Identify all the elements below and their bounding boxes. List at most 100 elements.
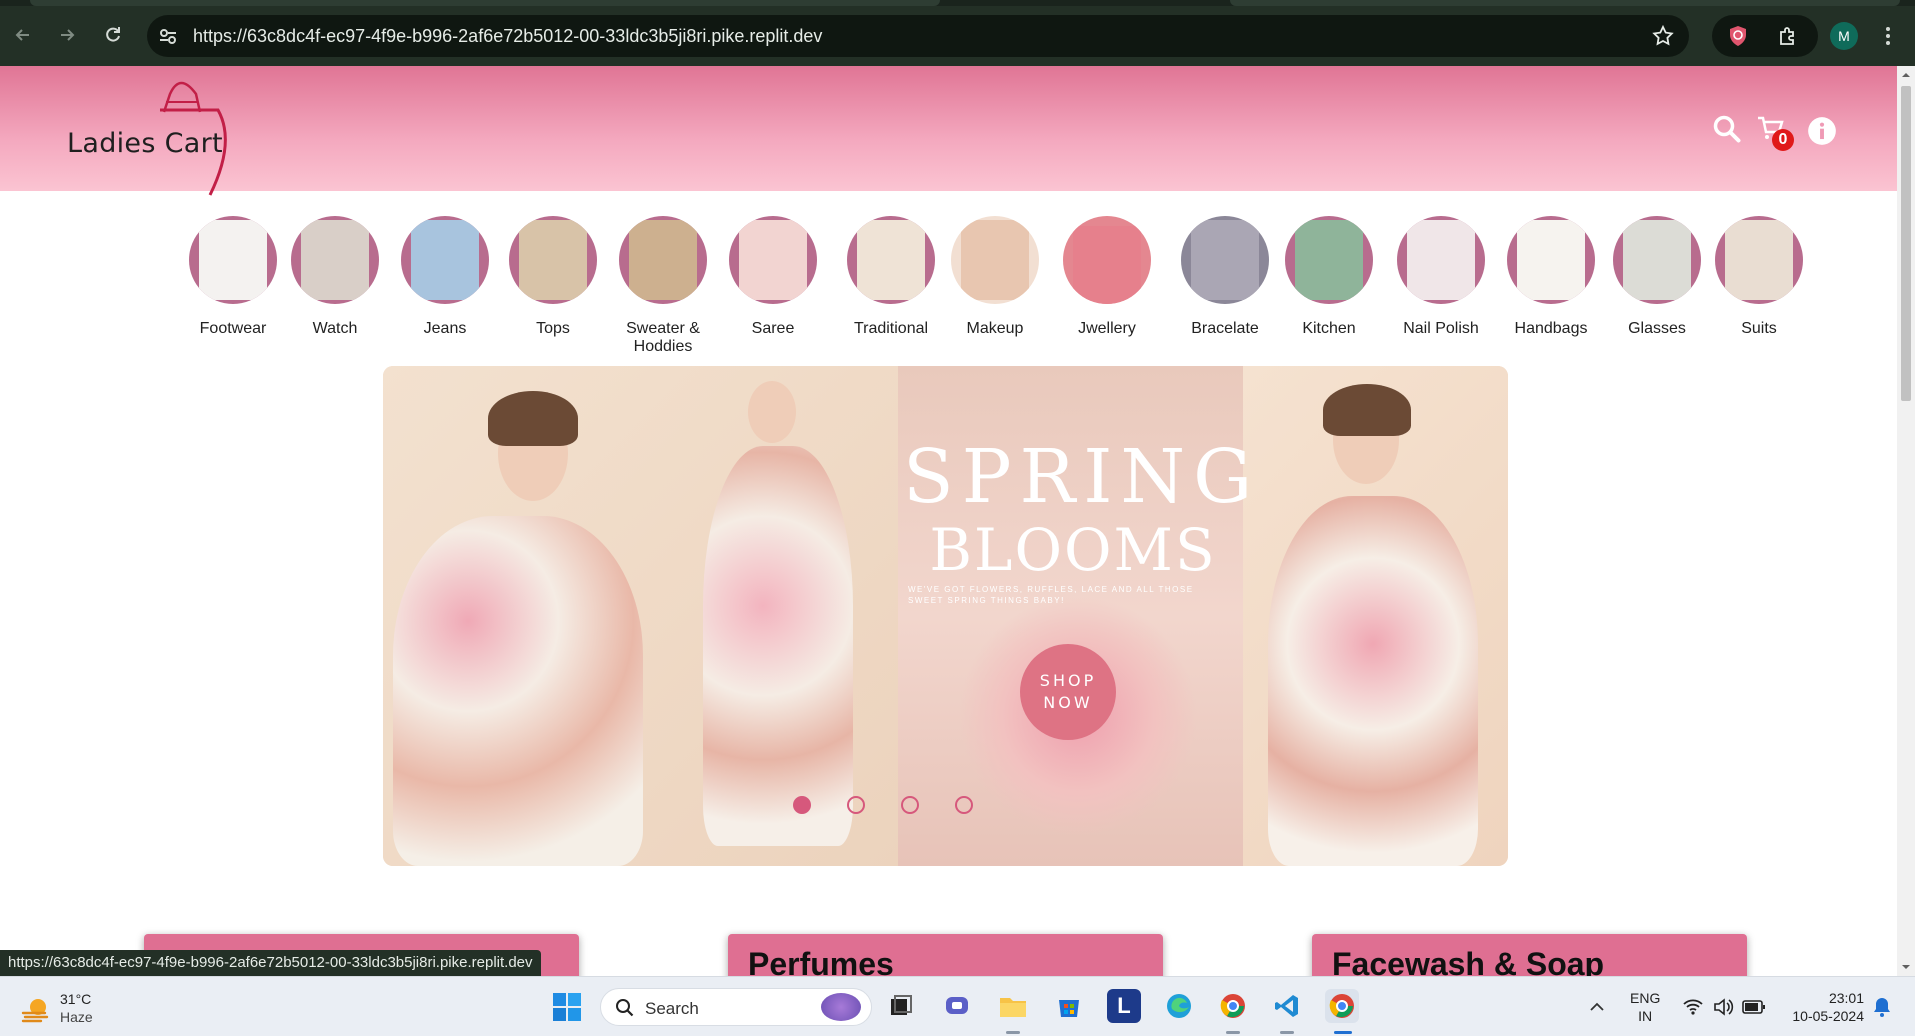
extensions-puzzle-icon[interactable]: [1776, 24, 1800, 48]
task-view-icon[interactable]: [884, 989, 918, 1023]
carousel-dot-2[interactable]: [847, 796, 865, 814]
teams-chat-icon[interactable]: [940, 989, 974, 1023]
windows-taskbar: 31°C Haze Search L ENG IN 23:01 10-05-20…: [0, 976, 1915, 1036]
banner-photo-right: [1243, 366, 1508, 866]
file-explorer-icon[interactable]: [996, 989, 1030, 1023]
chrome-active-icon[interactable]: [1325, 989, 1359, 1023]
section-card-facewash-soap[interactable]: Facewash & Soap: [1312, 934, 1747, 976]
hero-carousel[interactable]: SPRING BLOOMS WE'VE GOT FLOWERS, RUFFLES…: [383, 366, 1508, 866]
weather-condition: Haze: [60, 1009, 93, 1025]
category-image[interactable]: [951, 216, 1039, 304]
logo-text: Ladies Cart: [67, 128, 223, 159]
category-label: Sweater & Hoddies: [626, 320, 700, 355]
category-sweater-hoddies[interactable]: Sweater & Hoddies: [608, 216, 718, 356]
taskbar-search[interactable]: Search: [600, 988, 872, 1026]
reload-icon[interactable]: [98, 20, 128, 50]
volume-icon[interactable]: [1712, 997, 1734, 1017]
shop-now-button[interactable]: SHOP NOW: [1020, 644, 1116, 740]
category-kitchen[interactable]: Kitchen: [1274, 216, 1384, 338]
category-image[interactable]: [401, 216, 489, 304]
category-handbags[interactable]: Handbags: [1496, 216, 1606, 338]
site-logo[interactable]: Ladies Cart: [60, 72, 240, 196]
url-text[interactable]: https://63c8dc4f-ec97-4f9e-b996-2af6e72b…: [193, 26, 822, 47]
section-card-perfumes[interactable]: Perfumes: [728, 934, 1163, 976]
windows-start-icon[interactable]: [551, 991, 583, 1023]
category-image[interactable]: [1397, 216, 1485, 304]
section-title: Facewash & Soap: [1332, 946, 1605, 976]
category-jeans[interactable]: Jeans: [390, 216, 500, 338]
running-indicator: [1226, 1031, 1240, 1034]
category-label: Suits: [1741, 320, 1777, 337]
haze-weather-icon: [21, 999, 49, 1023]
scrollbar-thumb[interactable]: [1901, 86, 1911, 401]
category-image[interactable]: [729, 216, 817, 304]
category-tops[interactable]: Tops: [498, 216, 608, 338]
running-indicator: [1006, 1031, 1020, 1034]
carousel-dot-1[interactable]: [793, 796, 811, 814]
category-suits[interactable]: Suits: [1704, 216, 1814, 338]
battery-icon[interactable]: [1742, 999, 1766, 1015]
tab-background[interactable]: [1230, 0, 1900, 6]
category-image[interactable]: [291, 216, 379, 304]
active-indicator: [1334, 1031, 1352, 1034]
category-nail-polish[interactable]: Nail Polish: [1386, 216, 1496, 338]
shield-extension-icon[interactable]: [1726, 24, 1750, 48]
category-label: Footwear: [199, 320, 267, 337]
banner-headline-blooms: BLOOMS: [929, 516, 1217, 584]
language-code: ENG: [1630, 990, 1661, 1006]
system-clock[interactable]: 23:01 10-05-2024: [1782, 989, 1864, 1025]
microsoft-store-icon[interactable]: [1052, 989, 1086, 1023]
back-icon[interactable]: [8, 20, 38, 50]
wifi-icon[interactable]: [1682, 997, 1704, 1017]
site-settings-icon[interactable]: [157, 25, 179, 47]
category-glasses[interactable]: Glasses: [1602, 216, 1712, 338]
category-image[interactable]: [1063, 216, 1151, 304]
category-watch[interactable]: Watch: [280, 216, 390, 338]
category-saree[interactable]: Saree: [718, 216, 828, 338]
site-header: Ladies Cart 0: [0, 66, 1897, 196]
clock-date: 10-05-2024: [1792, 1008, 1864, 1024]
profile-avatar[interactable]: M: [1830, 22, 1858, 50]
address-bar[interactable]: https://63c8dc4f-ec97-4f9e-b996-2af6e72b…: [147, 15, 1689, 57]
edge-browser-icon[interactable]: [1162, 989, 1196, 1023]
page-scrollbar[interactable]: [1897, 66, 1915, 976]
vscode-icon[interactable]: [1270, 989, 1304, 1023]
category-makeup[interactable]: Makeup: [940, 216, 1050, 338]
bookmark-star-icon[interactable]: [1651, 24, 1675, 48]
tab-background[interactable]: [30, 0, 940, 6]
category-traditional[interactable]: Traditional: [836, 216, 946, 338]
info-icon[interactable]: [1807, 116, 1837, 146]
scroll-down-arrow-icon[interactable]: [1901, 962, 1911, 972]
shop-now-line2: NOW: [1043, 693, 1093, 712]
browser-toolbar: https://63c8dc4f-ec97-4f9e-b996-2af6e72b…: [0, 0, 1915, 66]
category-label: Nail Polish: [1403, 320, 1479, 337]
category-label: Watch: [312, 320, 358, 337]
scroll-up-arrow-icon[interactable]: [1901, 70, 1911, 80]
category-image[interactable]: [1613, 216, 1701, 304]
weather-widget[interactable]: 31°C Haze: [20, 989, 130, 1029]
chevron-up-icon[interactable]: [1588, 999, 1606, 1015]
category-footwear[interactable]: Footwear: [178, 216, 288, 338]
category-image[interactable]: [847, 216, 935, 304]
category-image[interactable]: [189, 216, 277, 304]
search-icon[interactable]: [1712, 114, 1742, 144]
menu-kebab-icon[interactable]: [1878, 22, 1898, 50]
category-bracelate[interactable]: Bracelate: [1170, 216, 1280, 338]
category-image[interactable]: [1285, 216, 1373, 304]
category-strip: Footwear Watch Jeans Tops Sweater & Hodd…: [178, 216, 1848, 366]
category-jwellery[interactable]: Jwellery: [1052, 216, 1162, 338]
forward-icon[interactable]: [52, 20, 82, 50]
chrome-profile-icon[interactable]: [1216, 989, 1250, 1023]
category-label: Handbags: [1514, 320, 1588, 337]
language-indicator[interactable]: ENG IN: [1630, 989, 1660, 1025]
notification-bell-icon[interactable]: [1872, 995, 1892, 1019]
category-image[interactable]: [1507, 216, 1595, 304]
l-app-icon[interactable]: L: [1107, 989, 1141, 1023]
category-image[interactable]: [1181, 216, 1269, 304]
carousel-dot-3[interactable]: [901, 796, 919, 814]
category-image[interactable]: [1715, 216, 1803, 304]
cart-count-badge: 0: [1772, 129, 1794, 151]
carousel-dot-4[interactable]: [955, 796, 973, 814]
category-image[interactable]: [619, 216, 707, 304]
category-image[interactable]: [509, 216, 597, 304]
